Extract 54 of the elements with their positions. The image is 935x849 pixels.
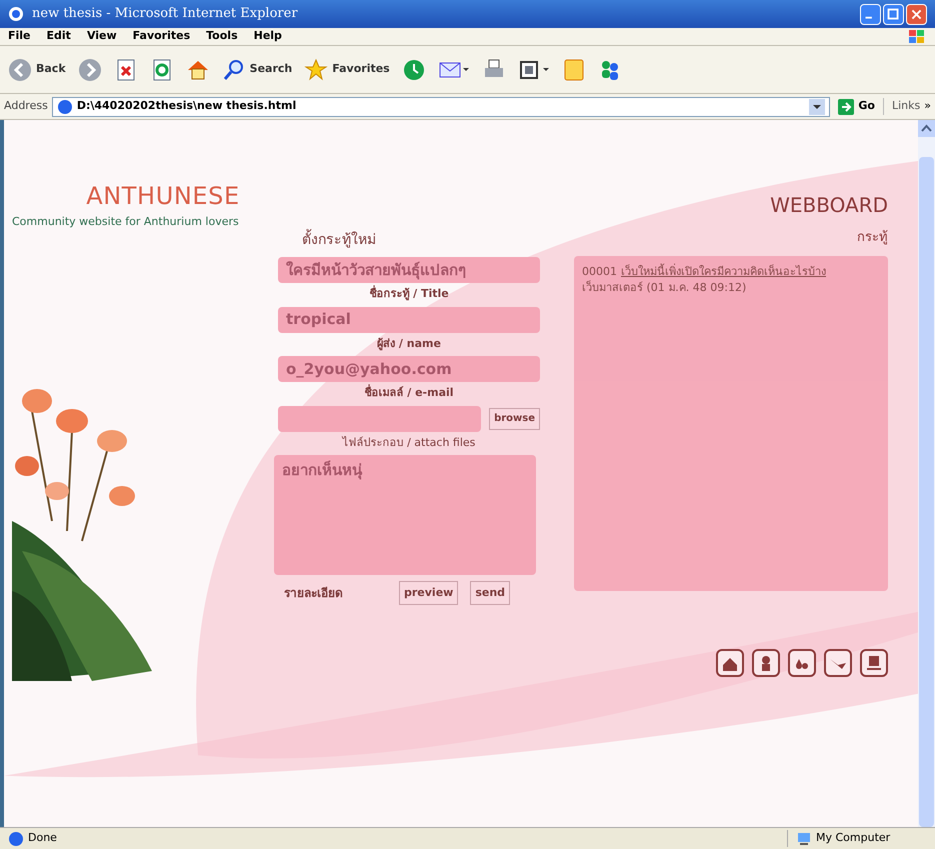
field-caption: ชื่อกระทู้ / Title	[369, 286, 449, 302]
house-icon[interactable]	[716, 648, 744, 676]
browse-button[interactable]: browse	[489, 408, 540, 430]
menu-item[interactable]: Tools	[206, 28, 238, 45]
go-arrow-icon	[838, 98, 854, 114]
field-caption: ไฟล์ประกอบ / attach files	[342, 434, 476, 450]
links-button[interactable]: Links	[883, 98, 920, 115]
scroll-up-icon[interactable]	[918, 120, 935, 137]
file-field[interactable]	[278, 406, 482, 432]
post-link[interactable]: เว็บใหม่นี้เพิ่งเปิดใครมีความคิดเห็นอะไรบ้าง	[621, 264, 826, 280]
page-icon	[56, 98, 73, 114]
post-number: 00001	[582, 264, 617, 280]
menu-item[interactable]: Help	[254, 28, 282, 45]
form-button[interactable]: send	[470, 581, 510, 605]
field-caption: รายละเอียด	[284, 585, 343, 602]
computer-icon[interactable]	[860, 648, 888, 676]
computer-icon	[796, 830, 812, 846]
webboard-subtitle: กระทู้	[857, 229, 888, 247]
history-icon	[402, 58, 426, 82]
chevron-button[interactable]: »	[924, 98, 931, 115]
note-icon	[562, 58, 586, 82]
field-caption: ผู้ส่ง / name	[377, 336, 441, 352]
search-icon	[222, 58, 246, 82]
form-button[interactable]: preview	[399, 581, 458, 605]
status-text: Done	[28, 830, 57, 846]
zone-text: My Computer	[816, 830, 890, 846]
address-label: Address	[4, 98, 48, 114]
toolbar-button[interactable]: Favorites	[304, 58, 390, 82]
maximize-icon[interactable]	[883, 4, 904, 24]
menu-item[interactable]: Favorites	[132, 28, 190, 45]
star-icon	[304, 58, 328, 82]
webboard-title: WEBBOARD	[770, 192, 888, 219]
menu-item[interactable]: Edit	[46, 28, 71, 45]
head-icon[interactable]	[752, 648, 780, 676]
logo: ANTHUNESE	[86, 181, 240, 212]
drops-icon[interactable]	[788, 648, 816, 676]
windows-flag-icon	[907, 28, 927, 44]
close-icon[interactable]	[906, 4, 927, 24]
minimize-icon[interactable]	[860, 4, 881, 24]
menu-item[interactable]: View	[86, 28, 117, 45]
field-caption: ชื่อเมลล์ / e-mail	[364, 385, 454, 401]
scrollbar[interactable]	[918, 120, 935, 827]
page-icon	[8, 830, 24, 846]
toolbar-button[interactable]: Search	[222, 58, 292, 82]
address-field[interactable]: D:\44020202thesis\new thesis.html	[52, 96, 830, 116]
browser-icon	[8, 6, 24, 22]
window-title: new thesis - Microsoft Internet Explorer	[32, 5, 298, 24]
post-meta: เว็บมาสเตอร์ (01 ม.ค. 48 09:12)	[582, 280, 748, 296]
form-heading: ตั้งกระทู้ใหม่	[302, 230, 544, 251]
tagline: Community website for Anthurium lovers	[12, 214, 240, 230]
dropdown-icon[interactable]	[809, 98, 826, 114]
toolbar-button[interactable]: Back	[8, 58, 66, 82]
go-button[interactable]: Go	[834, 98, 879, 115]
menu-item[interactable]: File	[8, 28, 31, 45]
